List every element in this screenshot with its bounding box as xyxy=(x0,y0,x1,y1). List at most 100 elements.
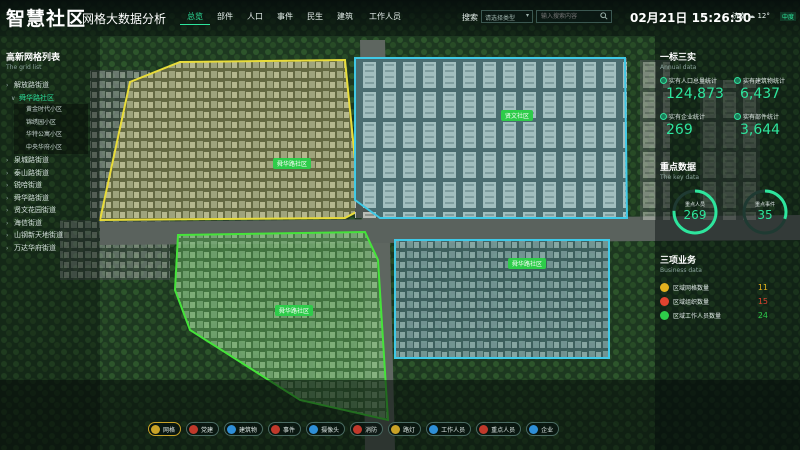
business-value: 15 xyxy=(757,296,768,306)
annual-title: 一标三实 xyxy=(660,53,697,63)
tree-item[interactable]: ∨ 舜华路社区 xyxy=(0,92,98,105)
main-nav: 总览 部件 人口 事件 民生 建筑 工作人员 xyxy=(180,11,410,25)
tree-item-label: 万达华府街道 xyxy=(14,243,56,252)
toolbar-button-label: 工作人员 xyxy=(441,426,466,434)
toolbar-button[interactable]: 党建 xyxy=(186,422,220,436)
tree-item[interactable]: 华特公寓小区 xyxy=(14,129,88,142)
tree-item[interactable]: › 泰山路街道 xyxy=(0,167,98,180)
layer-icon xyxy=(151,424,160,434)
stat-label: 实有企业统计 xyxy=(669,114,706,121)
tree-item[interactable]: › 山钢新天地街道 xyxy=(0,229,98,242)
layer-icon xyxy=(227,424,237,434)
ring-value: 269 xyxy=(683,208,707,222)
stat-components: 实有部件统计 3,644 xyxy=(734,112,800,138)
toolbar-button[interactable]: 网格 xyxy=(148,422,182,436)
business-row-orgs[interactable]: 区域组织数量 15 xyxy=(660,294,800,308)
tree-item-label: 海信街道 xyxy=(14,218,42,227)
toolbar-button[interactable]: 重点人员 xyxy=(476,422,522,436)
layer-icon xyxy=(479,424,489,434)
tree-item[interactable]: › 贤文花园街道 xyxy=(0,204,98,217)
stat-value: 3,644 xyxy=(740,122,781,138)
annual-stats: 实有人口总量统计 124,873 实有建筑物统计 6,437 实有企业统计 26… xyxy=(660,76,800,156)
annual-subtitle: Annual data xyxy=(660,64,697,71)
nav-overview[interactable]: 总览 xyxy=(180,11,210,25)
tree-item-label: 贤文花园街道 xyxy=(14,206,56,214)
layer-icon xyxy=(391,424,401,434)
community-label-shunhua-north[interactable]: 舜华路社区 xyxy=(273,158,312,169)
stat-value: 269 xyxy=(666,122,693,138)
grid-tree: › 解放路街道 ∨ 舜华路社区 黄金时代小区 锦绣园小区 华特公寓小区 中央华府小区 › 泉城路街… xyxy=(0,79,98,254)
tree-item-label: 泰山路街道 xyxy=(14,168,49,177)
nav-staff[interactable]: 工作人员 xyxy=(360,11,410,25)
search-label: 搜索 xyxy=(462,13,478,22)
ring-key-events[interactable]: 重点事件 35 xyxy=(740,187,790,241)
building-icon xyxy=(734,77,741,84)
toolbar-button[interactable]: 企业 xyxy=(526,422,560,436)
toolbar-button-label: 摄像头 xyxy=(321,426,340,434)
weather-temp: 12° xyxy=(757,12,770,20)
key-data-title: 重点数据 xyxy=(660,163,697,173)
stat-label: 实有部件统计 xyxy=(743,114,780,121)
nav-population[interactable]: 人口 xyxy=(240,11,270,25)
business-row-grids[interactable]: 区域网格数量 11 xyxy=(660,280,800,294)
nav-livelihood[interactable]: 民生 xyxy=(300,11,330,25)
layer-icon xyxy=(309,424,319,434)
toolbar-button[interactable]: 摄像头 xyxy=(306,422,346,436)
tree-item[interactable]: › 解放路街道 xyxy=(0,79,98,92)
stat-enterprises: 实有企业统计 269 xyxy=(660,112,732,138)
ring-label: 重点人员 xyxy=(684,202,705,208)
grid-list-panel: 高新网格列表 The grid list › 解放路街道 ∨ 舜华路社区 黄金时代小区锦… xyxy=(0,50,98,430)
app-title: 智慧社区 xyxy=(6,8,87,30)
layer-toolbar: 网格 党建 建筑物 事件 摄像头 消防 路灯 工作人员 重点人员 企业 xyxy=(148,422,560,436)
nav-events[interactable]: 事件 xyxy=(270,11,300,25)
tree-item[interactable]: 中央华府小区 xyxy=(14,141,88,154)
tree-item[interactable]: › 泉城路街道 xyxy=(0,154,98,167)
nav-components[interactable]: 部件 xyxy=(210,11,240,25)
chevron-right-icon: › xyxy=(6,232,9,239)
toolbar-button-label: 重点人员 xyxy=(491,426,516,434)
stat-value: 124,873 xyxy=(666,86,724,102)
toolbar-button[interactable]: 建筑物 xyxy=(224,422,264,436)
layer-icon xyxy=(189,424,199,434)
air-quality-badge: 中度 xyxy=(780,12,797,21)
stat-value: 6,437 xyxy=(740,86,781,102)
chevron-down-icon: ∨ xyxy=(11,94,16,102)
tree-item[interactable]: 黄金时代小区 xyxy=(14,104,88,117)
stat-label: 实有人口总量统计 xyxy=(669,78,718,85)
toolbar-button[interactable]: 事件 xyxy=(268,422,302,436)
chevron-right-icon: › xyxy=(6,207,9,214)
tree-item[interactable]: › 舜华路街道 xyxy=(0,192,98,205)
community-label-xianwen[interactable]: 贤文社区 xyxy=(501,110,534,121)
business-title: 三项业务 xyxy=(660,256,697,266)
business-rows: 区域网格数量 11 区域组织数量 15 区域工作人员数量 24 xyxy=(660,280,800,322)
ring-key-persons[interactable]: 重点人员 269 xyxy=(670,187,720,241)
toolbar-button-label: 网格 xyxy=(163,426,176,434)
tree-item[interactable]: › 海信街道 xyxy=(0,217,98,230)
type-select[interactable]: 请选择类型 ▾ xyxy=(481,10,533,23)
business-label: 区域网格数量 xyxy=(673,284,710,292)
organization-icon xyxy=(660,296,669,306)
stats-panel: 一标三实 Annual data 实有人口总量统计 124,873 实有建筑物统… xyxy=(660,50,800,322)
weather: 济南 ☁ 12° xyxy=(732,11,770,21)
tree-item[interactable]: › 万达华府街道 xyxy=(0,242,98,255)
toolbar-button[interactable]: 工作人员 xyxy=(426,422,472,436)
key-data-rings: 重点人员 269 重点事件 35 xyxy=(660,187,800,247)
community-label-shunhua-southwest[interactable]: 舜华路社区 xyxy=(275,305,314,316)
community-label-shunhua-southeast[interactable]: 舜华路社区 xyxy=(508,258,547,269)
enterprise-icon xyxy=(660,113,667,120)
business-row-staff[interactable]: 区域工作人员数量 24 xyxy=(660,308,800,322)
tree-item-label: 舜华路社区 xyxy=(19,93,54,102)
business-label: 区域组织数量 xyxy=(673,298,710,306)
tree-item[interactable]: 锦绣园小区 xyxy=(14,116,88,129)
layer-icon xyxy=(353,424,363,434)
weather-city: 济南 xyxy=(732,12,746,20)
toolbar-button-label: 事件 xyxy=(283,426,296,434)
nav-buildings[interactable]: 建筑 xyxy=(330,11,360,25)
tree-item-label: 华特公寓小区 xyxy=(26,131,63,138)
toolbar-button[interactable]: 路灯 xyxy=(388,422,422,436)
tree-item[interactable]: › 锐哈街道 xyxy=(0,179,98,192)
business-value: 11 xyxy=(757,282,768,292)
stat-label: 实有建筑物统计 xyxy=(743,78,786,85)
search-icon[interactable] xyxy=(600,12,608,20)
toolbar-button[interactable]: 消防 xyxy=(350,422,384,436)
